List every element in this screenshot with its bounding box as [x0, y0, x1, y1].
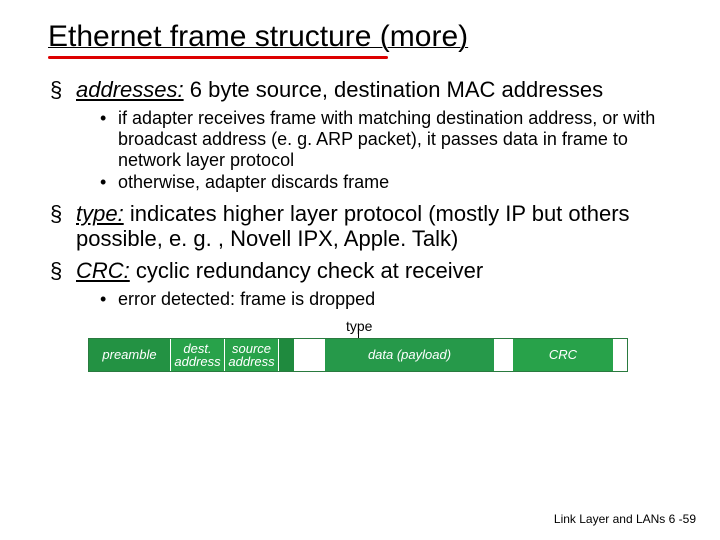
- cell-data-payload: data (payload): [325, 339, 495, 371]
- bullet-list: addresses: 6 byte source, destination MA…: [48, 77, 672, 310]
- type-text: indicates higher layer protocol (mostly …: [76, 201, 630, 251]
- cell-preamble: preamble: [89, 339, 171, 371]
- crc-sublist: error detected: frame is dropped: [76, 289, 672, 310]
- cell-gap2: [495, 339, 513, 371]
- cell-crc: CRC: [513, 339, 613, 371]
- cell-source-address: source address: [225, 339, 279, 371]
- bullet-type: type: indicates higher layer protocol (m…: [48, 201, 672, 252]
- crc-sub1: error detected: frame is dropped: [100, 289, 672, 310]
- addresses-text: 6 byte source, destination MAC addresses: [184, 77, 603, 102]
- slide-title: Ethernet frame structure (more): [48, 20, 672, 54]
- type-label: type:: [76, 201, 124, 226]
- frame-diagram: type preamble dest. address source addre…: [88, 318, 628, 372]
- title-underline: [48, 56, 388, 59]
- diagram-type-label: type: [346, 318, 628, 334]
- addresses-sub1: if adapter receives frame with matching …: [100, 108, 672, 170]
- bullet-addresses: addresses: 6 byte source, destination MA…: [48, 77, 672, 193]
- addresses-sublist: if adapter receives frame with matching …: [76, 108, 672, 193]
- addresses-sub2: otherwise, adapter discards frame: [100, 172, 672, 193]
- cell-dest-address: dest. address: [171, 339, 225, 371]
- cell-gap: [295, 339, 325, 371]
- bullet-crc: CRC: cyclic redundancy check at receiver…: [48, 258, 672, 310]
- addresses-label: addresses:: [76, 77, 184, 102]
- slide-footer: Link Layer and LANs 6 -59: [554, 512, 696, 526]
- crc-text: cyclic redundancy check at receiver: [130, 258, 483, 283]
- cell-type: [279, 339, 295, 371]
- crc-label: CRC:: [76, 258, 130, 283]
- frame-row: preamble dest. address source address da…: [88, 338, 628, 372]
